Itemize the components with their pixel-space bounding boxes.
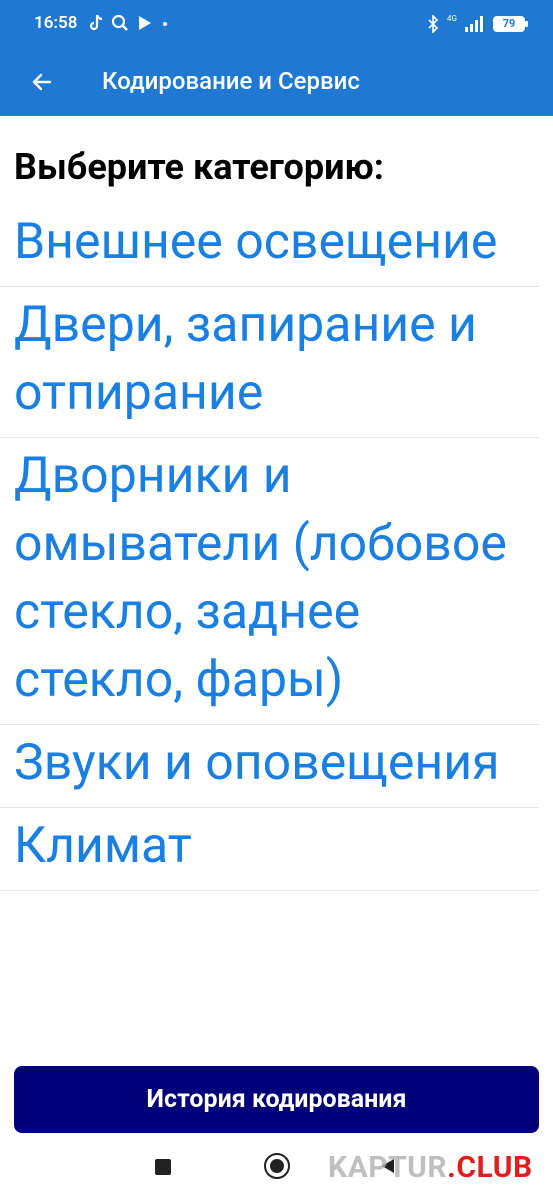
category-doors-locking[interactable]: Двери, запирание и отпирание — [0, 287, 539, 438]
tiktok-icon — [89, 14, 103, 31]
watermark: KAPTUR.CLUB — [328, 1150, 533, 1185]
back-button[interactable] — [22, 62, 62, 102]
status-system-icons: 4G 79 — [427, 12, 528, 36]
status-time: 16:58 — [34, 13, 78, 33]
battery-level: 79 — [502, 17, 516, 30]
recent-apps-button[interactable] — [155, 1159, 171, 1175]
search-icon — [111, 14, 128, 31]
status-notification-icons — [88, 12, 169, 34]
category-wipers-washers[interactable]: Дворники и омыватели (лобовое стекло, за… — [0, 438, 539, 725]
category-climate[interactable]: Климат — [0, 808, 539, 891]
play-store-icon — [139, 16, 151, 30]
status-bar: 16:58 4G 79 — [0, 0, 553, 50]
page-title: Кодирование и Сервис — [102, 67, 360, 95]
category-sounds-alerts[interactable]: Звуки и оповещения — [0, 725, 539, 808]
category-list[interactable]: Внешнее освещение Двери, запирание и отп… — [0, 204, 553, 1059]
watermark-part1: KAPTUR — [328, 1150, 448, 1185]
home-button[interactable] — [264, 1153, 290, 1179]
category-exterior-lighting[interactable]: Внешнее освещение — [0, 204, 539, 287]
network-type: 4G — [447, 13, 457, 23]
section-heading: Выберите категорию: — [14, 146, 384, 188]
battery-icon: 79 — [493, 16, 528, 32]
watermark-part2: .CLUB — [447, 1150, 533, 1185]
coding-history-button[interactable]: История кодирования — [14, 1066, 539, 1133]
arrow-left-icon — [32, 73, 52, 91]
bluetooth-icon — [428, 15, 439, 33]
dot-icon — [163, 22, 167, 26]
app-bar: Кодирование и Сервис — [0, 50, 553, 116]
signal-icon — [465, 16, 483, 32]
